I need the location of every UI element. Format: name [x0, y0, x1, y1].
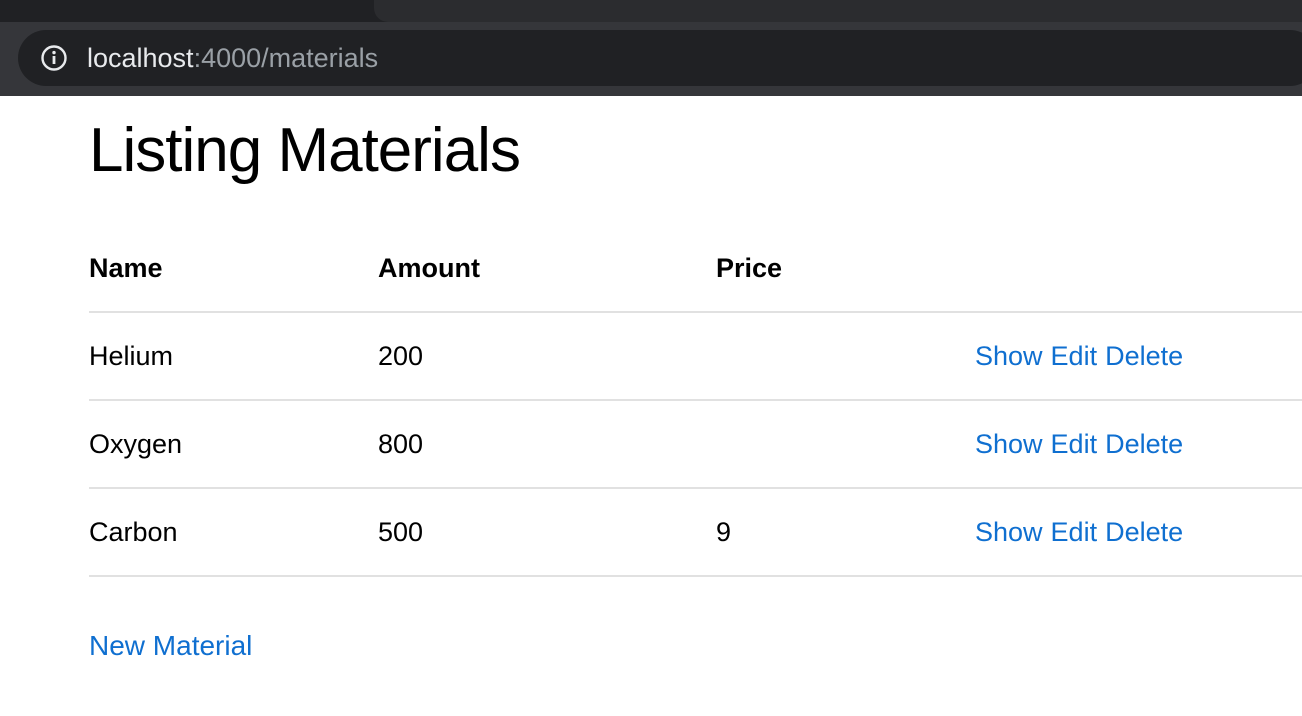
cell-amount: 800 [378, 429, 424, 459]
show-link[interactable]: Show [975, 341, 1043, 371]
show-link[interactable]: Show [975, 517, 1043, 547]
delete-link[interactable]: Delete [1105, 341, 1183, 371]
cell-amount: 200 [378, 341, 424, 371]
table-row: Carbon 500 9 Show Edit Delete [89, 489, 1302, 577]
info-icon[interactable] [40, 44, 68, 72]
address-bar[interactable]: localhost:4000/materials [18, 30, 1302, 86]
table-header-row: Name Amount Price [89, 225, 1302, 313]
url-host: localhost [87, 43, 194, 73]
show-link[interactable]: Show [975, 429, 1043, 459]
browser-toolbar: localhost:4000/materials [0, 22, 1302, 96]
page-title: Listing Materials [89, 116, 521, 185]
delete-link[interactable]: Delete [1105, 517, 1183, 547]
row-actions: Show Edit Delete [975, 489, 1191, 575]
edit-link[interactable]: Edit [1051, 429, 1098, 459]
edit-link[interactable]: Edit [1051, 517, 1098, 547]
materials-table: Name Amount Price Helium 200 Show Edit Del… [89, 225, 1302, 577]
header-price: Price [716, 253, 783, 283]
edit-link[interactable]: Edit [1051, 341, 1098, 371]
header-amount: Amount [378, 253, 480, 283]
row-actions: Show Edit Delete [975, 313, 1191, 399]
cell-price: 9 [716, 517, 732, 547]
table-row: Oxygen 800 Show Edit Delete [89, 401, 1302, 489]
cell-name: Oxygen [89, 429, 183, 459]
url-text[interactable]: localhost:4000/materials [87, 43, 378, 73]
new-material-link[interactable]: New Material [89, 626, 252, 666]
delete-link[interactable]: Delete [1105, 429, 1183, 459]
cell-amount: 500 [378, 517, 424, 547]
cell-name: Carbon [89, 517, 178, 547]
header-name: Name [89, 253, 163, 283]
cell-name: Helium [89, 341, 174, 371]
url-path: :4000/materials [193, 43, 379, 73]
active-tab[interactable] [374, 0, 1302, 22]
row-actions: Show Edit Delete [975, 401, 1191, 487]
table-row: Helium 200 Show Edit Delete [89, 313, 1302, 401]
browser-chrome: localhost:4000/materials [0, 0, 1302, 96]
tab-strip [0, 0, 1302, 22]
